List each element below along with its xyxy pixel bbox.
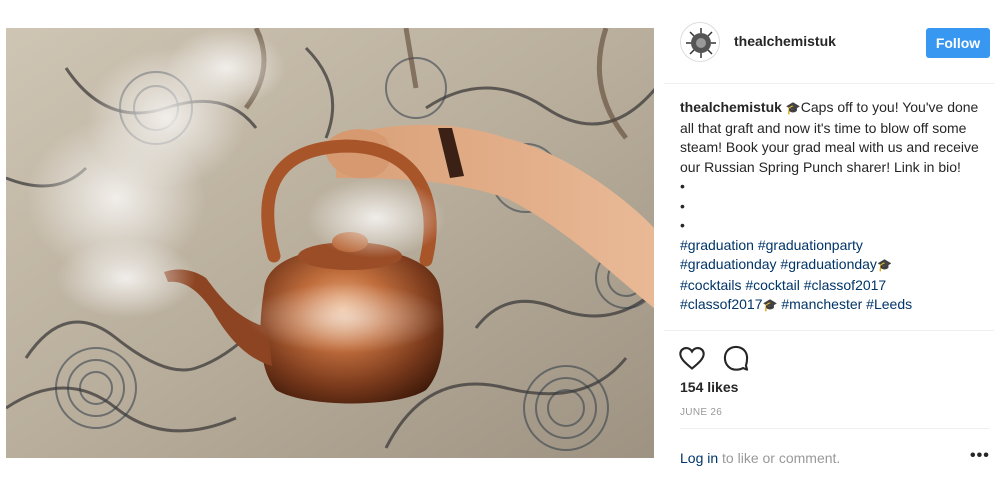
login-link[interactable]: Log in <box>680 450 718 466</box>
post-side-panel: thealchemistuk Follow thealchemistuk 🎓Ca… <box>664 0 1000 483</box>
login-prompt: Log in to like or comment. <box>680 450 840 466</box>
caption-username[interactable]: thealchemistuk <box>680 99 782 115</box>
post-header: thealchemistuk Follow <box>664 0 994 84</box>
graduation-cap-icon: 🎓 <box>876 258 892 272</box>
graduation-cap-icon: 🎓 <box>785 101 801 115</box>
comment-button[interactable] <box>722 344 750 372</box>
actions-divider <box>664 330 994 331</box>
post-photo[interactable] <box>6 28 654 458</box>
hashtags-line[interactable]: #cocktails #cocktail #classof2017 <box>680 277 886 293</box>
likes-count[interactable]: 154 likes <box>680 379 738 395</box>
avatar[interactable] <box>680 22 720 62</box>
avatar-image <box>681 23 719 61</box>
hashtags-line[interactable]: #graduationday #graduationday <box>680 256 877 272</box>
graduation-cap-icon: 🎓 <box>762 298 778 312</box>
caption-bullet: • <box>680 197 685 214</box>
heart-icon <box>679 347 705 370</box>
caption-bullet: • <box>680 178 685 194</box>
follow-button[interactable]: Follow <box>926 28 990 58</box>
caption-bullet: • <box>680 217 685 233</box>
divider <box>680 428 990 429</box>
comment-icon <box>723 345 749 371</box>
post-date[interactable]: JUNE 26 <box>680 407 722 418</box>
more-options-icon[interactable]: ••• <box>970 447 990 465</box>
post-caption: thealchemistuk 🎓Caps off to you! You've … <box>680 98 984 316</box>
like-button[interactable] <box>678 344 706 372</box>
hashtags-line[interactable]: #classof2017 <box>680 296 763 312</box>
copper-kettle-steam-image <box>6 28 654 458</box>
hashtags-line[interactable]: #graduation #graduationparty <box>680 237 863 253</box>
login-text: to like or comment. <box>718 450 841 466</box>
header-username[interactable]: thealchemistuk <box>734 33 836 49</box>
hashtags-line[interactable]: #manchester #Leeds <box>777 296 912 312</box>
